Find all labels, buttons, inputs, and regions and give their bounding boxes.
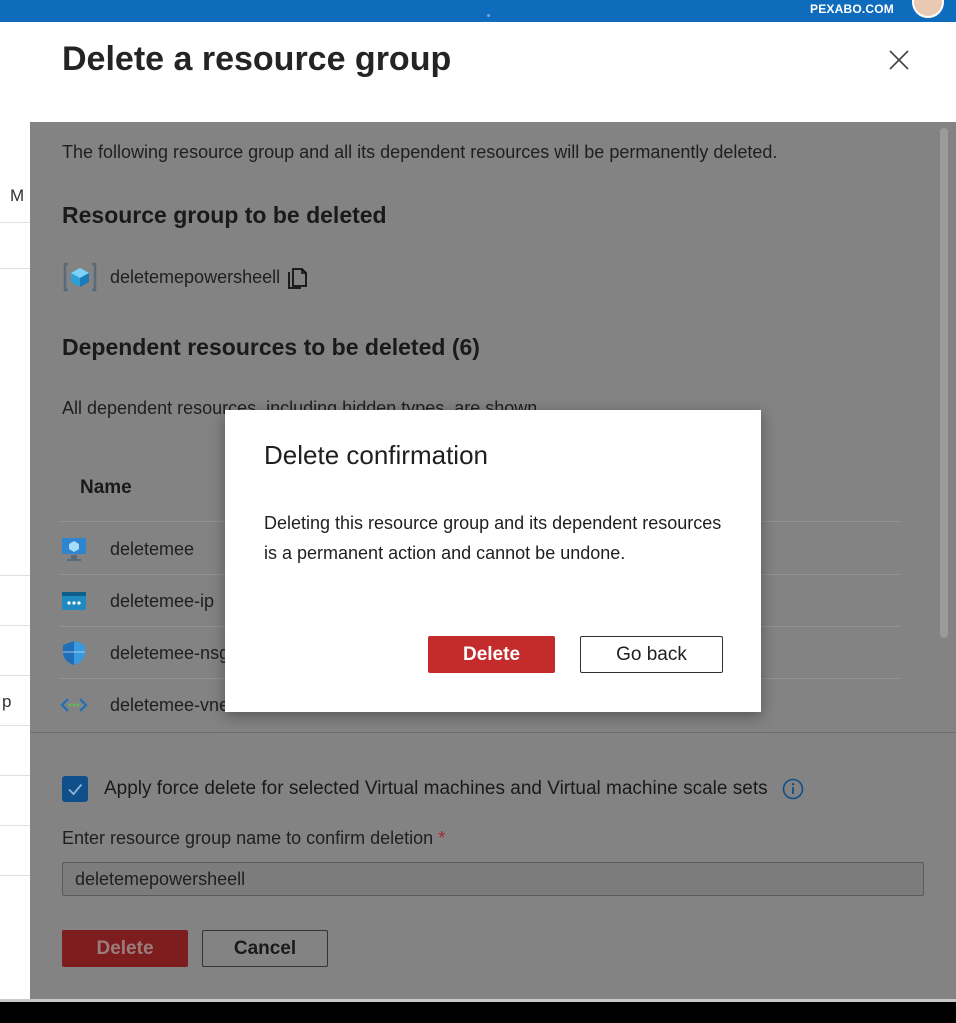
divider [0, 222, 30, 223]
column-header-name[interactable]: Name [80, 477, 132, 499]
go-back-button[interactable]: Go back [580, 636, 723, 673]
force-delete-row: Apply force delete for selected Virtual … [62, 772, 804, 806]
list-item[interactable]: deletemee [60, 524, 194, 574]
virtual-machine-icon [60, 535, 88, 563]
resource-group-icon [63, 262, 97, 292]
directory-domain[interactable]: PEXABO.COM [810, 0, 894, 22]
virtual-network-icon [60, 691, 88, 719]
resource-group-heading: Resource group to be deleted [62, 202, 387, 228]
divider [0, 825, 30, 826]
resource-group-name: deletemepowersheell [110, 266, 281, 287]
intro-text: The following resource group and all its… [62, 142, 778, 162]
force-delete-checkbox[interactable] [62, 776, 88, 802]
resource-group-row: deletemepowersheell [62, 262, 308, 292]
dependent-resources-heading: Dependent resources to be deleted (6) [62, 334, 480, 360]
resource-name: deletemee [110, 538, 195, 559]
confirm-name-label-text: Enter resource group name to confirm del… [62, 828, 434, 848]
delete-confirmation-dialog: Delete confirmation Deleting this resour… [225, 410, 761, 712]
divider [0, 575, 30, 576]
info-icon[interactable] [782, 778, 804, 800]
scrollbar-thumb[interactable] [940, 128, 948, 638]
background-page: M p [0, 22, 30, 1002]
scrollbar[interactable] [938, 122, 950, 732]
user-avatar-icon[interactable] [912, 0, 944, 18]
divider [0, 725, 30, 726]
divider [0, 675, 30, 676]
network-security-group-icon [60, 639, 88, 667]
divider [0, 625, 30, 626]
copy-icon[interactable] [286, 265, 308, 289]
resource-name: deletemee-nsg [110, 642, 230, 663]
confirm-name-input[interactable] [62, 862, 924, 896]
required-marker: * [438, 828, 446, 848]
divider [30, 732, 956, 733]
divider [0, 268, 30, 269]
divider [0, 875, 30, 876]
public-ip-icon [60, 587, 88, 615]
background-header-fragment: M [10, 186, 25, 205]
checkmark-icon [68, 783, 83, 796]
panel-title: Delete a resource group [62, 40, 452, 78]
confirm-name-label: Enter resource group name to confirm del… [62, 828, 445, 849]
divider [0, 775, 30, 776]
list-item[interactable]: deletemee-vnet [60, 680, 234, 730]
force-delete-label[interactable]: Apply force delete for selected Virtual … [104, 778, 768, 800]
close-icon [889, 50, 909, 70]
confirm-delete-button[interactable]: Delete [428, 636, 555, 673]
close-button[interactable] [885, 46, 913, 74]
cancel-button[interactable]: Cancel [202, 930, 328, 967]
list-item[interactable]: deletemee-nsg [60, 628, 229, 678]
resource-name: deletemee-vnet [110, 694, 235, 715]
top-bar: PEXABO.COM [0, 0, 956, 22]
decor-dot [487, 14, 490, 17]
dialog-title: Delete confirmation [264, 440, 488, 470]
resource-name: deletemee-ip [110, 590, 215, 611]
bottom-bar [0, 1002, 956, 1023]
background-row-fragment: p [2, 692, 12, 711]
dialog-message: Deleting this resource group and its dep… [264, 513, 722, 563]
list-item[interactable]: deletemee-ip [60, 576, 214, 626]
panel-header: Delete a resource group [30, 22, 956, 122]
delete-button[interactable]: Delete [62, 930, 188, 967]
